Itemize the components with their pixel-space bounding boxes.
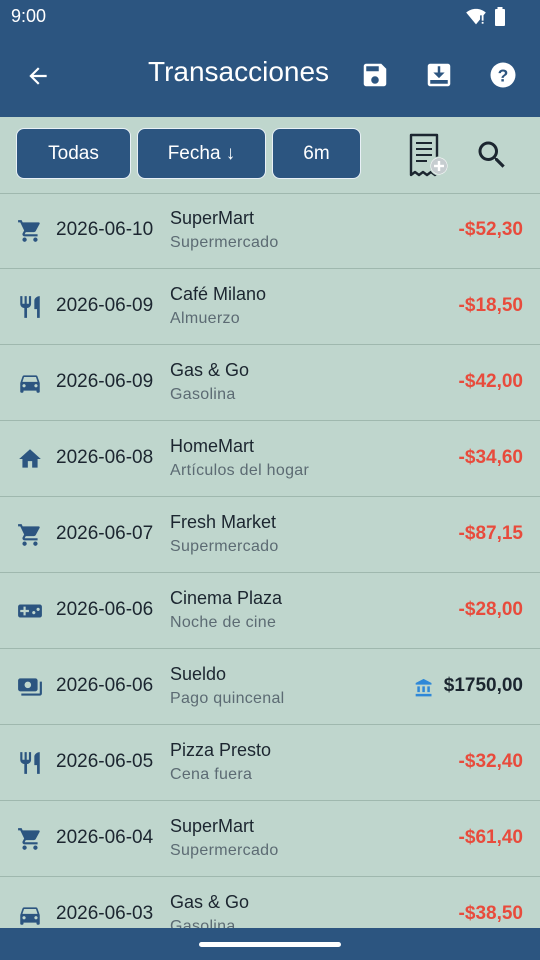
transaction-date: 2026-06-03 xyxy=(56,903,154,924)
help-button[interactable]: ? xyxy=(485,57,521,93)
home-gesture-handle[interactable] xyxy=(199,942,341,947)
transaction-date: 2026-06-04 xyxy=(56,827,154,848)
range-chip[interactable]: 6m xyxy=(272,128,361,179)
transaction-category: Supermercado xyxy=(170,538,279,555)
transaction-category: Almuerzo xyxy=(170,310,240,327)
transaction-merchant: Sueldo xyxy=(170,664,227,684)
download-box-icon xyxy=(427,63,451,87)
status-bar: 9:00 xyxy=(0,0,540,34)
transaction-date: 2026-06-10 xyxy=(56,219,154,240)
transaction-row[interactable]: 2026-06-08 HomeMart Artículos del hogar -$3… xyxy=(0,421,540,497)
cart-icon xyxy=(16,218,44,244)
transaction-amount: -$32,40 xyxy=(458,751,523,772)
transaction-merchant: HomeMart xyxy=(170,436,255,456)
transaction-amount: -$61,40 xyxy=(458,827,523,848)
transaction-category: Supermercado xyxy=(170,234,279,251)
transaction-amount: $1750,00 xyxy=(443,675,523,696)
add-receipt-button[interactable] xyxy=(404,131,450,179)
transaction-row[interactable]: 2026-06-04 SuperMart Supermercado -$61,40 xyxy=(0,801,540,877)
bank-icon xyxy=(414,678,434,703)
transaction-date: 2026-06-06 xyxy=(56,599,154,620)
transaction-merchant: Gas & Go xyxy=(170,360,250,380)
status-time: 9:00 xyxy=(11,6,47,26)
transaction-category: Cena fuera xyxy=(170,766,253,783)
transaction-date: 2026-06-07 xyxy=(56,523,154,544)
car-icon xyxy=(16,370,44,396)
transaction-merchant: Gas & Go xyxy=(170,892,250,912)
transaction-amount: -$38,50 xyxy=(458,903,523,924)
transaction-date: 2026-06-09 xyxy=(56,295,154,316)
transaction-merchant: Cinema Plaza xyxy=(170,588,283,608)
transaction-amount: -$42,00 xyxy=(458,371,523,392)
svg-text:?: ? xyxy=(498,65,509,85)
wifi-icon xyxy=(466,8,486,25)
search-button[interactable] xyxy=(472,135,512,175)
app-bar: Transacciones ? xyxy=(0,34,540,117)
import-button[interactable] xyxy=(421,57,457,93)
money-icon xyxy=(16,674,44,700)
back-button[interactable] xyxy=(20,58,56,94)
transaction-date: 2026-06-05 xyxy=(56,751,154,772)
transaction-row[interactable]: 2026-06-05 Pizza Presto Cena fuera -$32,40 xyxy=(0,725,540,801)
transaction-merchant: Pizza Presto xyxy=(170,740,272,760)
arrow-back-icon xyxy=(29,67,47,85)
gamepad-icon xyxy=(16,598,44,624)
transaction-row[interactable]: 2026-06-10 SuperMart Supermercado -$52,30 xyxy=(0,193,540,269)
transaction-merchant: Fresh Market xyxy=(170,512,277,532)
transaction-category: Artículos del hogar xyxy=(170,462,310,479)
transaction-amount: -$18,50 xyxy=(458,295,523,316)
transaction-row[interactable]: 2026-06-06 Sueldo Pago quincenal $1750,00 xyxy=(0,649,540,725)
search-icon xyxy=(478,141,505,168)
transaction-row[interactable]: 2026-06-03 Gas & Go Gasolina -$38,50 xyxy=(0,877,540,928)
page-title: Transacciones xyxy=(148,56,330,87)
save-icon xyxy=(363,63,387,87)
transaction-category: Gasolina xyxy=(170,918,236,928)
transaction-row[interactable]: 2026-06-09 Gas & Go Gasolina -$42,00 xyxy=(0,345,540,421)
home-icon xyxy=(16,446,44,472)
transaction-row[interactable]: 2026-06-07 Fresh Market Supermercado -$87,1… xyxy=(0,497,540,573)
transaction-date: 2026-06-09 xyxy=(56,371,154,392)
transaction-row[interactable]: 2026-06-06 Cinema Plaza Noche de cine -$28,… xyxy=(0,573,540,649)
transaction-date: 2026-06-08 xyxy=(56,447,154,468)
transaction-category: Gasolina xyxy=(170,386,236,403)
restaurant-icon xyxy=(16,294,44,320)
transaction-category: Supermercado xyxy=(170,842,279,859)
cart-icon xyxy=(16,522,44,548)
transaction-merchant: SuperMart xyxy=(170,816,255,836)
transaction-category: Noche de cine xyxy=(170,614,277,631)
save-button[interactable] xyxy=(357,57,393,93)
transaction-amount: -$34,60 xyxy=(458,447,523,468)
transaction-amount: -$28,00 xyxy=(458,599,523,620)
transaction-merchant: Café Milano xyxy=(170,284,267,304)
sort-date-chip[interactable]: Fecha ↓ xyxy=(137,128,266,179)
transaction-category: Pago quincenal xyxy=(170,690,285,707)
transaction-merchant: SuperMart xyxy=(170,208,255,228)
transaction-date: 2026-06-06 xyxy=(56,675,154,696)
battery-icon xyxy=(495,7,505,26)
filter-all-chip[interactable]: Todas xyxy=(16,128,131,179)
help-icon: ? xyxy=(490,62,516,88)
navigation-bar xyxy=(0,928,540,960)
status-icons xyxy=(466,7,506,27)
cart-icon xyxy=(16,826,44,852)
filter-bar: Todas Fecha ↓ 6m xyxy=(0,117,540,194)
transaction-amount: -$87,15 xyxy=(458,523,523,544)
car-icon xyxy=(16,902,44,928)
receipt-add-icon xyxy=(409,133,449,177)
transaction-row[interactable]: 2026-06-09 Café Milano Almuerzo -$18,50 xyxy=(0,269,540,345)
restaurant-icon xyxy=(16,750,44,776)
transaction-amount: -$52,30 xyxy=(458,219,523,240)
transaction-list: 2026-06-10 SuperMart Supermercado -$52,30 20… xyxy=(0,193,540,928)
